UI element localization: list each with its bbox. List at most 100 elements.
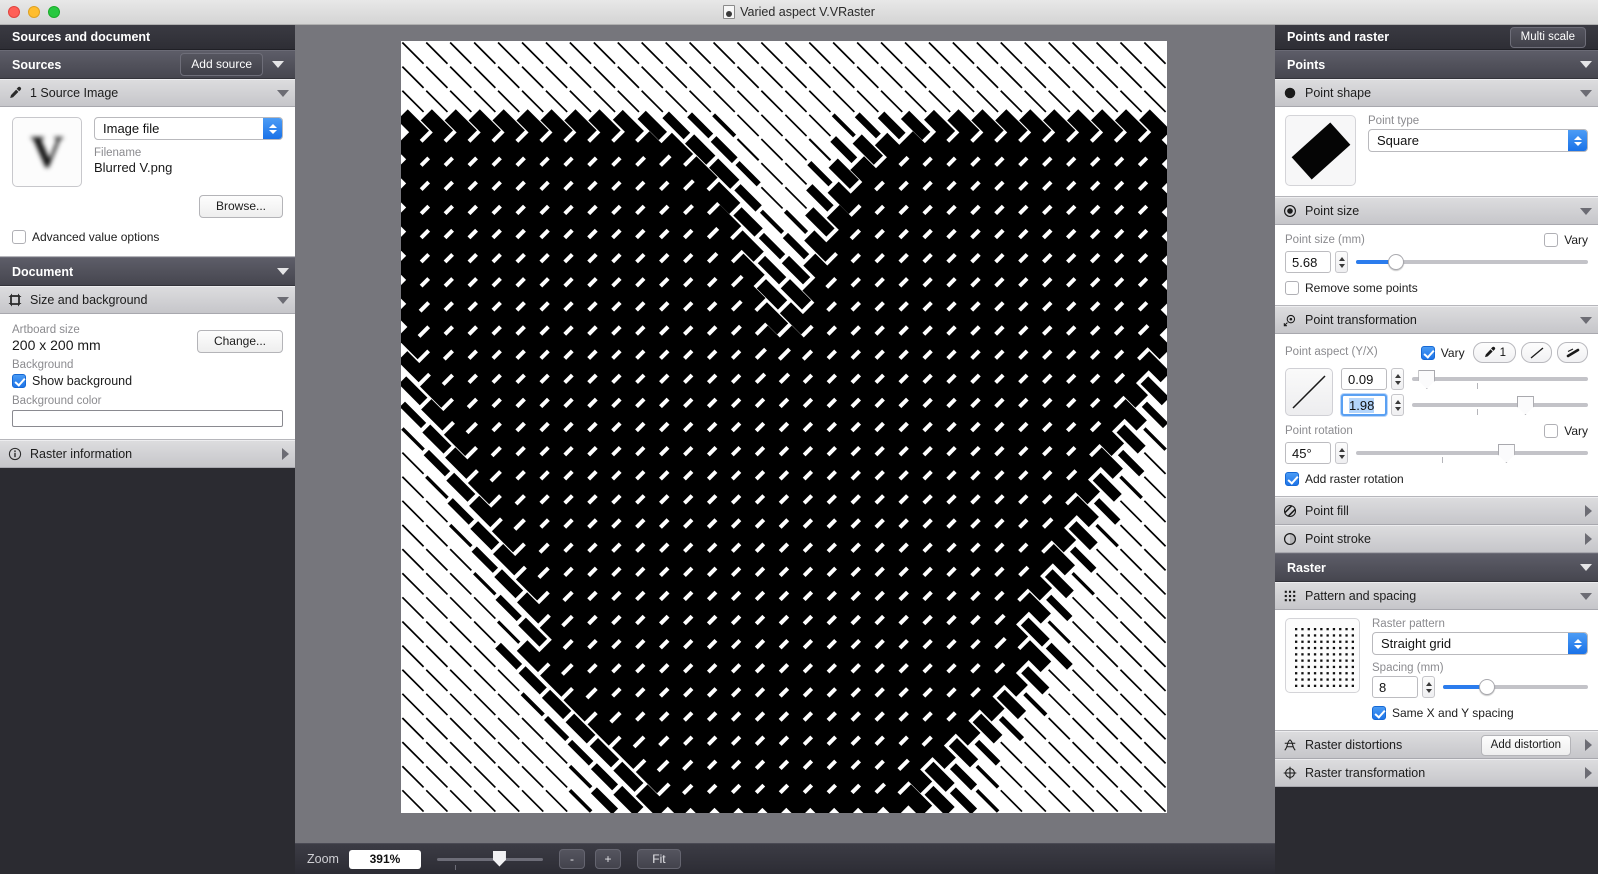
chevron-down-icon[interactable] bbox=[277, 296, 289, 304]
point-shape-preview[interactable] bbox=[1285, 115, 1356, 186]
point-size-input[interactable]: 5.68 bbox=[1285, 251, 1331, 273]
checkbox-box bbox=[1372, 706, 1386, 720]
distortion-icon bbox=[1284, 739, 1296, 751]
source-thumbnail[interactable]: V bbox=[12, 117, 82, 187]
zoom-slider[interactable] bbox=[436, 850, 543, 870]
multi-scale-button[interactable]: Multi scale bbox=[1509, 26, 1586, 48]
point-type-stepper[interactable] bbox=[1568, 130, 1587, 151]
canvas-area[interactable] bbox=[295, 25, 1275, 874]
point-aspect-vary-checkbox[interactable]: Vary bbox=[1420, 345, 1465, 360]
point-shape-section-header[interactable]: Point shape bbox=[1275, 79, 1598, 107]
spacing-slider-handle[interactable] bbox=[1479, 679, 1496, 695]
chevron-right-icon[interactable] bbox=[282, 448, 289, 460]
points-group-header[interactable]: Points bbox=[1275, 50, 1598, 79]
raster-information-section-header[interactable]: Raster information bbox=[0, 440, 295, 468]
aspect-taper-button[interactable] bbox=[1557, 342, 1588, 363]
source-thumbnail-letter: V bbox=[30, 126, 64, 177]
point-rotation-input[interactable]: 45° bbox=[1285, 442, 1331, 464]
chevron-right-icon[interactable] bbox=[1585, 505, 1592, 517]
chevron-down-icon[interactable] bbox=[1580, 564, 1592, 571]
point-rotation-slider[interactable] bbox=[1356, 444, 1588, 463]
add-distortion-button[interactable]: Add distortion bbox=[1480, 734, 1571, 756]
point-rotation-vary-checkbox[interactable]: Vary bbox=[1544, 424, 1588, 438]
point-fill-title: Point fill bbox=[1305, 504, 1349, 518]
point-aspect-max-handle[interactable] bbox=[1516, 396, 1534, 415]
size-background-body: Artboard size 200 x 200 mm Change... Bac… bbox=[0, 314, 295, 440]
source-type-stepper[interactable] bbox=[263, 118, 282, 139]
point-fill-section-header[interactable]: Point fill bbox=[1275, 497, 1598, 525]
show-background-checkbox[interactable]: Show background bbox=[12, 374, 283, 388]
raster-pattern-stepper[interactable] bbox=[1568, 633, 1587, 654]
chevron-down-icon[interactable] bbox=[1580, 592, 1592, 600]
raster-group-header[interactable]: Raster bbox=[1275, 553, 1598, 582]
point-aspect-min-stepper[interactable] bbox=[1391, 368, 1404, 390]
same-xy-spacing-checkbox[interactable]: Same X and Y spacing bbox=[1372, 706, 1588, 720]
point-aspect-max-slider[interactable] bbox=[1412, 396, 1588, 415]
point-size-stepper[interactable] bbox=[1335, 251, 1348, 273]
point-aspect-min-handle[interactable] bbox=[1418, 370, 1436, 389]
raster-distortions-section-header[interactable]: Raster distortions Add distortion bbox=[1275, 731, 1598, 759]
aspect-curve-button[interactable] bbox=[1521, 342, 1552, 363]
raster-pattern-select[interactable]: Straight grid bbox=[1372, 632, 1588, 655]
source-image-section-header[interactable]: 1 Source Image bbox=[0, 79, 295, 107]
maximize-button[interactable] bbox=[48, 6, 60, 18]
zoom-label: Zoom bbox=[307, 852, 339, 866]
chevron-right-icon[interactable] bbox=[1585, 739, 1592, 751]
close-button[interactable] bbox=[8, 6, 20, 18]
chevron-right-icon[interactable] bbox=[1585, 767, 1592, 779]
sources-group-header[interactable]: Sources Add source bbox=[0, 50, 295, 79]
point-transformation-section-header[interactable]: Point transformation bbox=[1275, 306, 1598, 334]
source-type-select[interactable]: Image file bbox=[94, 117, 283, 140]
show-background-label: Show background bbox=[32, 374, 133, 388]
zoom-out-button[interactable]: - bbox=[558, 849, 585, 869]
rotated-square-icon bbox=[1291, 121, 1350, 180]
artboard[interactable] bbox=[401, 41, 1167, 813]
pattern-spacing-section-header[interactable]: Pattern and spacing bbox=[1275, 582, 1598, 610]
point-size-slider-handle[interactable] bbox=[1388, 254, 1405, 270]
add-raster-rotation-checkbox[interactable]: Add raster rotation bbox=[1285, 472, 1588, 486]
zoom-slider-handle[interactable] bbox=[492, 850, 506, 867]
point-aspect-min-input[interactable]: 0.09 bbox=[1341, 368, 1387, 390]
change-artboard-button[interactable]: Change... bbox=[196, 330, 283, 353]
document-group-header[interactable]: Document bbox=[0, 257, 295, 286]
browse-button[interactable]: Browse... bbox=[198, 195, 283, 218]
point-rotation-stepper[interactable] bbox=[1335, 442, 1348, 464]
size-background-section-header[interactable]: Size and background bbox=[0, 286, 295, 314]
zoom-fit-button[interactable]: Fit bbox=[636, 849, 681, 869]
minimize-button[interactable] bbox=[28, 6, 40, 18]
point-aspect-min-slider[interactable] bbox=[1412, 370, 1588, 389]
spacing-stepper[interactable] bbox=[1422, 676, 1435, 698]
aspect-eyedropper-button[interactable]: 1 bbox=[1472, 342, 1516, 363]
add-source-button[interactable]: Add source bbox=[180, 53, 263, 76]
raster-artwork bbox=[401, 41, 1167, 813]
aspect-curve-preview[interactable] bbox=[1285, 368, 1333, 416]
point-aspect-max-input[interactable]: 1.98 bbox=[1341, 394, 1387, 416]
chevron-down-icon[interactable] bbox=[1580, 316, 1592, 324]
background-color-swatch[interactable] bbox=[12, 410, 283, 427]
raster-distortions-title: Raster distortions bbox=[1305, 738, 1403, 752]
chevron-right-icon[interactable] bbox=[1585, 533, 1592, 545]
point-size-vary-checkbox[interactable]: Vary bbox=[1544, 233, 1588, 247]
point-size-slider[interactable] bbox=[1356, 253, 1588, 271]
chevron-down-icon[interactable] bbox=[1580, 207, 1592, 215]
spacing-input[interactable]: 8 bbox=[1372, 676, 1418, 698]
point-aspect-max-stepper[interactable] bbox=[1391, 394, 1404, 416]
raster-pattern-label: Raster pattern bbox=[1372, 618, 1445, 630]
spacing-slider[interactable] bbox=[1443, 678, 1588, 696]
chevron-down-icon[interactable] bbox=[277, 89, 289, 97]
point-size-section-header[interactable]: Point size bbox=[1275, 197, 1598, 225]
chevron-down-icon[interactable] bbox=[272, 61, 284, 68]
raster-pattern-preview[interactable] bbox=[1285, 618, 1360, 693]
zoom-in-button[interactable]: + bbox=[594, 849, 621, 869]
raster-transformation-section-header[interactable]: Raster transformation bbox=[1275, 759, 1598, 787]
chevron-down-icon[interactable] bbox=[277, 268, 289, 275]
remove-some-points-checkbox[interactable]: Remove some points bbox=[1285, 281, 1588, 295]
point-type-select[interactable]: Square bbox=[1368, 129, 1588, 152]
chevron-down-icon[interactable] bbox=[1580, 89, 1592, 97]
advanced-value-options-checkbox[interactable]: Advanced value options bbox=[12, 230, 283, 244]
chevron-down-icon[interactable] bbox=[1580, 61, 1592, 68]
point-rotation-handle[interactable] bbox=[1497, 444, 1515, 463]
window-controls[interactable] bbox=[8, 6, 60, 18]
point-stroke-section-header[interactable]: Point stroke bbox=[1275, 525, 1598, 553]
zoom-value-field[interactable]: 391% bbox=[348, 849, 421, 869]
